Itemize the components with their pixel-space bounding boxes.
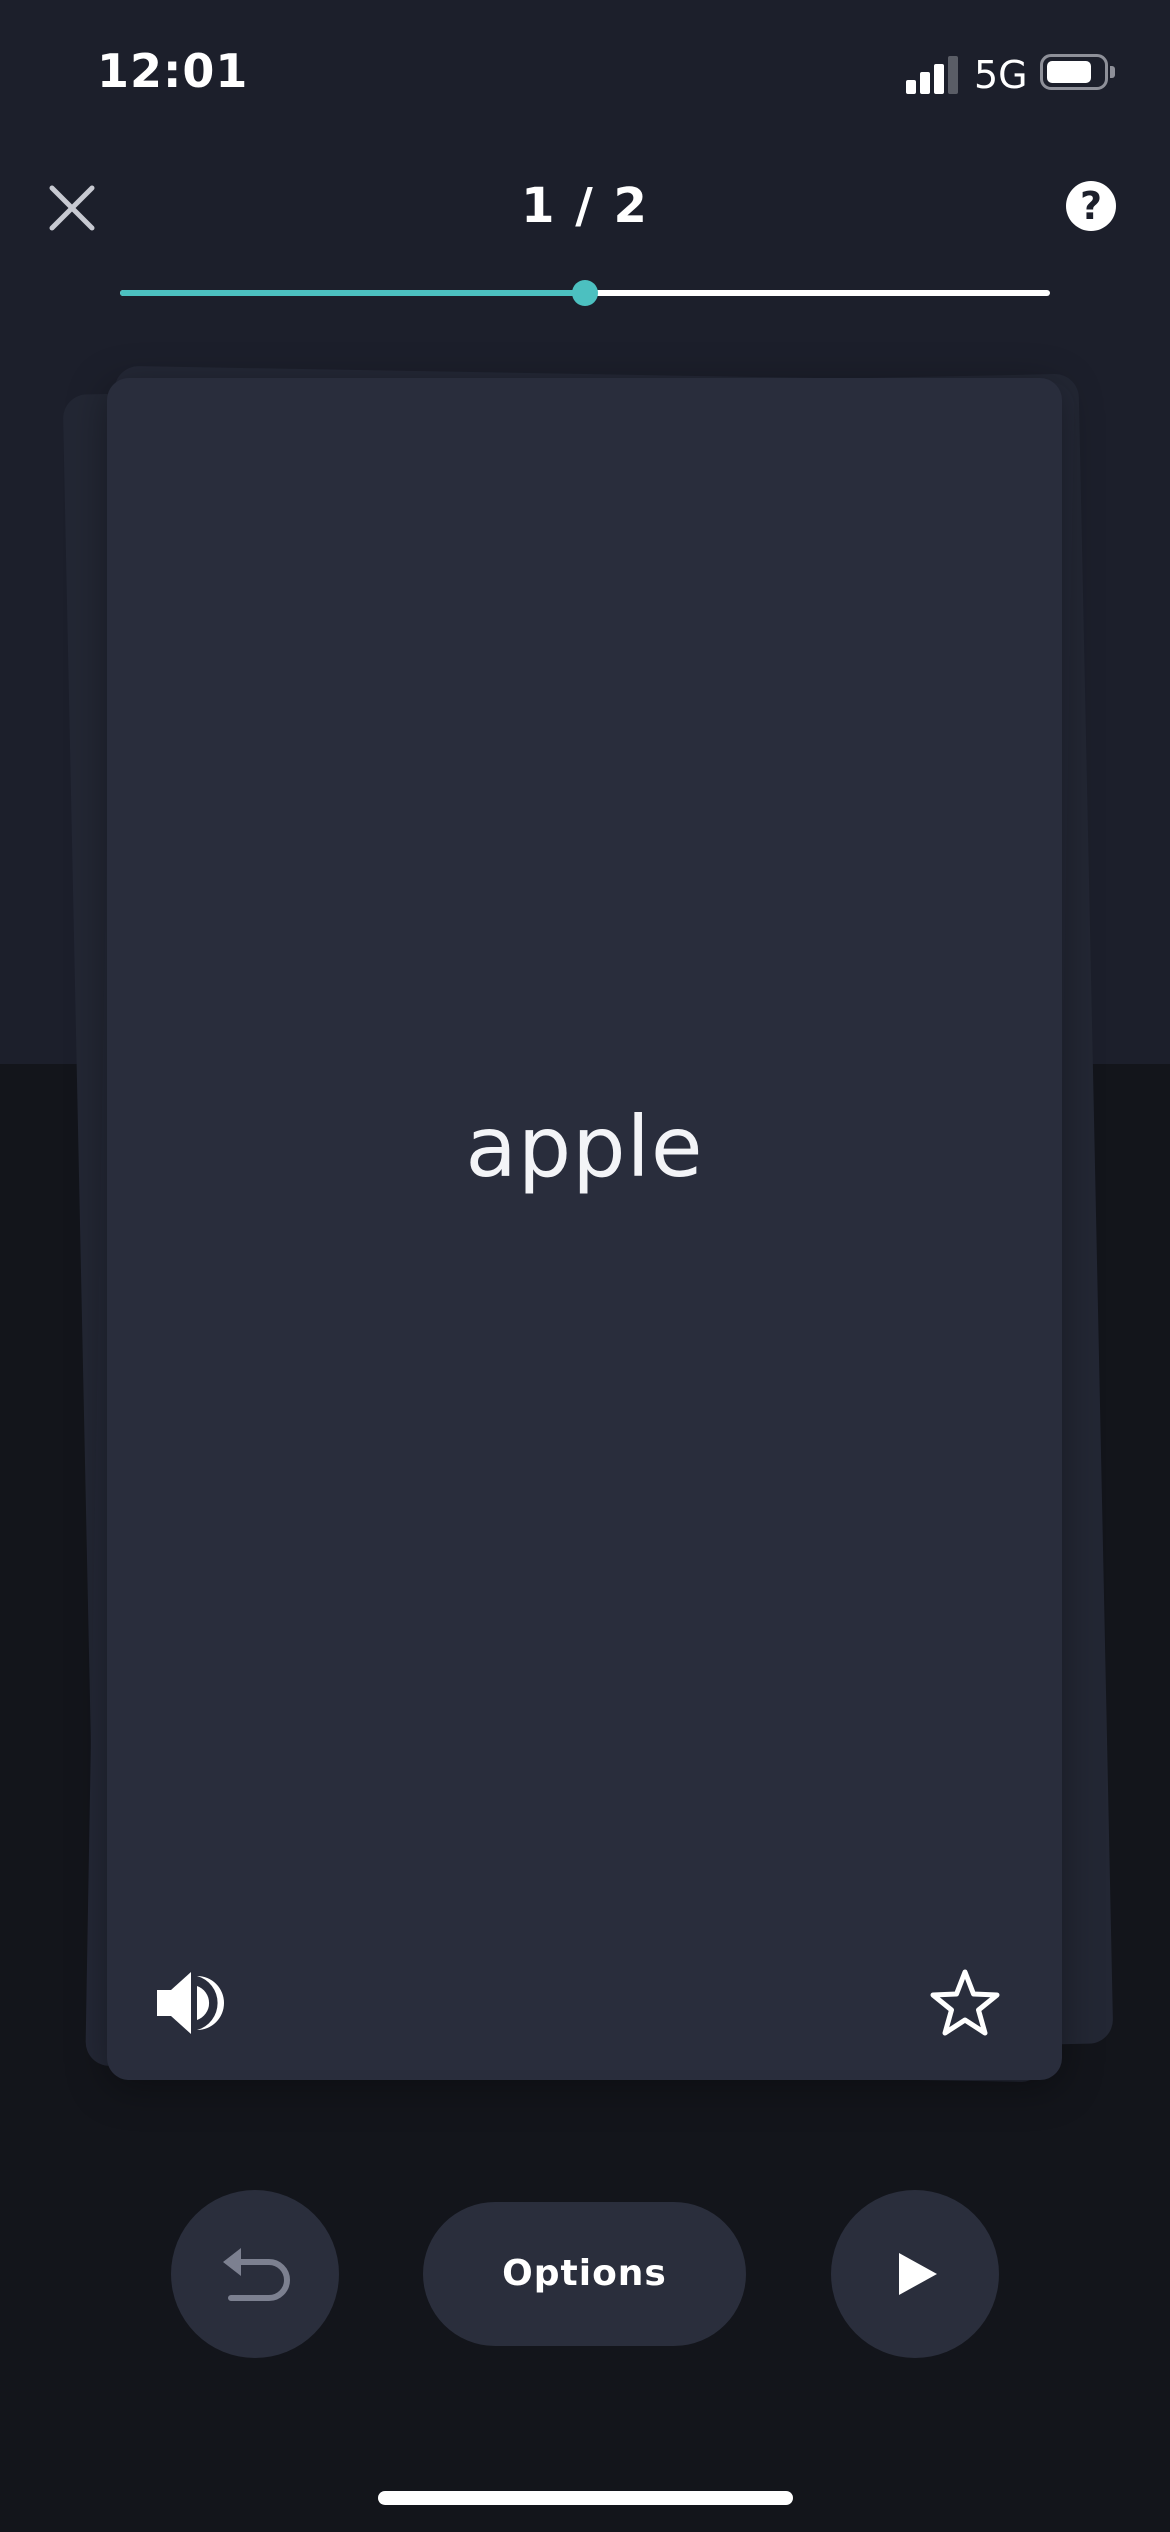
status-time: 12:01 — [97, 44, 249, 98]
help-button[interactable]: ? — [1066, 181, 1116, 231]
undo-button[interactable] — [171, 2190, 339, 2358]
battery-icon — [1040, 54, 1108, 90]
battery-level — [1047, 61, 1091, 83]
speaker-icon — [157, 1972, 224, 2034]
star-button[interactable] — [927, 1966, 1003, 2042]
card-term: apple — [465, 1098, 704, 1196]
signal-icon — [906, 54, 960, 94]
network-type: 5G — [974, 53, 1028, 97]
play-icon — [899, 2253, 937, 2295]
play-button[interactable] — [831, 2190, 999, 2358]
progress-counter: 1 / 2 — [521, 178, 649, 234]
home-indicator[interactable] — [378, 2491, 793, 2505]
undo-icon — [223, 2248, 290, 2301]
progress-slider[interactable] — [120, 280, 1050, 306]
help-icon: ? — [1079, 184, 1103, 228]
star-icon — [930, 1969, 1000, 2036]
progress-fill — [120, 290, 585, 296]
audio-button[interactable] — [153, 1968, 233, 2038]
flashcard[interactable]: apple — [107, 378, 1062, 2080]
battery-cap — [1110, 66, 1115, 78]
progress-thumb[interactable] — [572, 280, 598, 306]
options-button[interactable]: Options — [423, 2202, 746, 2346]
